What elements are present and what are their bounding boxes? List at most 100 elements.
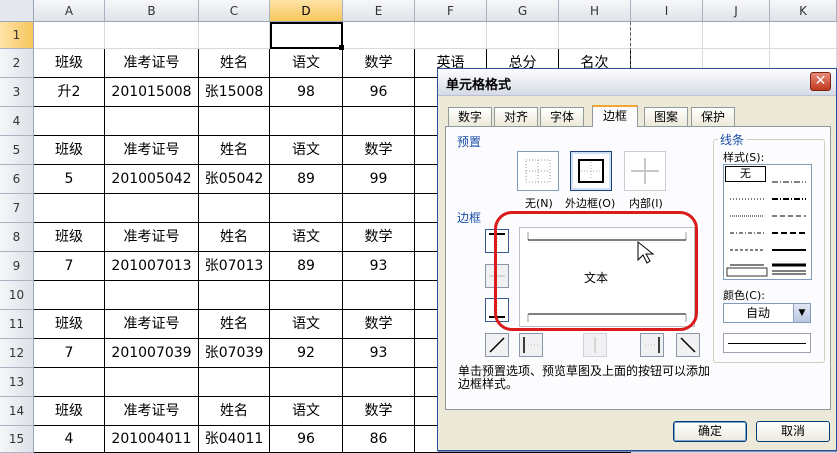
cell-E2[interactable]: 数学: [343, 49, 415, 78]
border-left-button[interactable]: [519, 333, 543, 357]
cell-A9[interactable]: 7: [34, 252, 105, 281]
column-header-B[interactable]: B: [105, 0, 199, 22]
cell-D14[interactable]: 语文: [270, 397, 343, 426]
select-all-corner[interactable]: [0, 0, 34, 22]
cell-D12[interactable]: 92: [270, 339, 343, 368]
cell-D10[interactable]: [270, 281, 343, 310]
cell-B7[interactable]: [105, 194, 199, 223]
color-select[interactable]: 自动 ▼: [723, 303, 811, 323]
tab-border[interactable]: 边框: [592, 105, 638, 127]
tab-pattern[interactable]: 图案: [644, 107, 688, 126]
cell-E6[interactable]: 99: [343, 165, 415, 194]
cell-D2[interactable]: 语文: [270, 49, 343, 78]
preset-inside-button[interactable]: [624, 151, 666, 191]
cell-E8[interactable]: 数学: [343, 223, 415, 252]
cell-C2[interactable]: 姓名: [199, 49, 270, 78]
column-header-F[interactable]: F: [415, 0, 487, 22]
cell-B5[interactable]: 准考证号: [105, 136, 199, 165]
tab-alignment[interactable]: 对齐: [494, 107, 538, 126]
cell-D9[interactable]: 89: [270, 252, 343, 281]
row-header-14[interactable]: 14: [0, 397, 34, 426]
cell-A5[interactable]: 班级: [34, 136, 105, 165]
cell-D6[interactable]: 89: [270, 165, 343, 194]
cell-D3[interactable]: 98: [270, 78, 343, 107]
tab-number[interactable]: 数字: [448, 107, 492, 126]
close-button[interactable]: ✕: [810, 72, 831, 91]
column-header-J[interactable]: J: [703, 0, 770, 22]
cell-A15[interactable]: 4: [34, 426, 105, 453]
cell-D11[interactable]: 语文: [270, 310, 343, 339]
cancel-button[interactable]: 取消: [756, 421, 830, 442]
row-header-15[interactable]: 15: [0, 426, 34, 453]
cell-H1[interactable]: [559, 22, 631, 49]
cell-E10[interactable]: [343, 281, 415, 310]
cell-C3[interactable]: 张15008: [199, 78, 270, 107]
cell-E15[interactable]: 86: [343, 426, 415, 453]
row-header-12[interactable]: 12: [0, 339, 34, 368]
preset-none-button[interactable]: [517, 151, 559, 191]
row-header-6[interactable]: 6: [0, 165, 34, 194]
line-style-list[interactable]: 无: [723, 164, 812, 280]
cell-C7[interactable]: [199, 194, 270, 223]
cell-C13[interactable]: [199, 368, 270, 397]
cell-D5[interactable]: 语文: [270, 136, 343, 165]
cell-G1[interactable]: [487, 22, 559, 49]
cell-B6[interactable]: 201005042: [105, 165, 199, 194]
cell-B8[interactable]: 准考证号: [105, 223, 199, 252]
row-header-1[interactable]: 1: [0, 22, 34, 49]
row-header-13[interactable]: 13: [0, 368, 34, 397]
cell-A14[interactable]: 班级: [34, 397, 105, 426]
cell-C4[interactable]: [199, 107, 270, 136]
cell-C10[interactable]: [199, 281, 270, 310]
cell-C5[interactable]: 姓名: [199, 136, 270, 165]
column-header-E[interactable]: E: [343, 0, 415, 22]
cell-E7[interactable]: [343, 194, 415, 223]
tab-font[interactable]: 字体: [540, 107, 584, 126]
cell-E9[interactable]: 93: [343, 252, 415, 281]
cell-A13[interactable]: [34, 368, 105, 397]
cell-K1[interactable]: [770, 22, 837, 49]
column-header-C[interactable]: C: [199, 0, 270, 22]
cell-B11[interactable]: 准考证号: [105, 310, 199, 339]
cell-E12[interactable]: 93: [343, 339, 415, 368]
cell-B3[interactable]: 201015008: [105, 78, 199, 107]
cell-A12[interactable]: 7: [34, 339, 105, 368]
column-header-A[interactable]: A: [34, 0, 105, 22]
cell-C1[interactable]: [199, 22, 270, 49]
border-diagonal-up-button[interactable]: [485, 333, 509, 357]
border-diagonal-down-button[interactable]: [676, 333, 700, 357]
cell-A8[interactable]: 班级: [34, 223, 105, 252]
cell-B9[interactable]: 201007013: [105, 252, 199, 281]
cell-B14[interactable]: 准考证号: [105, 397, 199, 426]
column-header-I[interactable]: I: [631, 0, 703, 22]
column-header-D[interactable]: D: [270, 0, 343, 22]
cell-C15[interactable]: 张04011: [199, 426, 270, 453]
fill-handle[interactable]: [339, 45, 344, 50]
cell-A2[interactable]: 班级: [34, 49, 105, 78]
cell-A3[interactable]: 升2: [34, 78, 105, 107]
cell-B12[interactable]: 201007039: [105, 339, 199, 368]
column-header-G[interactable]: G: [487, 0, 559, 22]
row-header-7[interactable]: 7: [0, 194, 34, 223]
row-header-8[interactable]: 8: [0, 223, 34, 252]
cell-B4[interactable]: [105, 107, 199, 136]
cell-I1[interactable]: [631, 22, 703, 49]
cell-E14[interactable]: 数学: [343, 397, 415, 426]
cell-C6[interactable]: 张05042: [199, 165, 270, 194]
cell-E1[interactable]: [343, 22, 415, 49]
cell-C8[interactable]: 姓名: [199, 223, 270, 252]
border-middle-vertical-button[interactable]: [583, 333, 607, 357]
tab-protection[interactable]: 保护: [691, 107, 735, 126]
cell-D8[interactable]: 语文: [270, 223, 343, 252]
cell-A6[interactable]: 5: [34, 165, 105, 194]
cell-E11[interactable]: 数学: [343, 310, 415, 339]
row-header-9[interactable]: 9: [0, 252, 34, 281]
active-cell-D1[interactable]: [270, 22, 343, 49]
cell-F1[interactable]: [415, 22, 487, 49]
row-header-10[interactable]: 10: [0, 281, 34, 310]
cell-D7[interactable]: [270, 194, 343, 223]
cell-E13[interactable]: [343, 368, 415, 397]
cell-A11[interactable]: 班级: [34, 310, 105, 339]
cell-J1[interactable]: [703, 22, 770, 49]
row-header-4[interactable]: 4: [0, 107, 34, 136]
